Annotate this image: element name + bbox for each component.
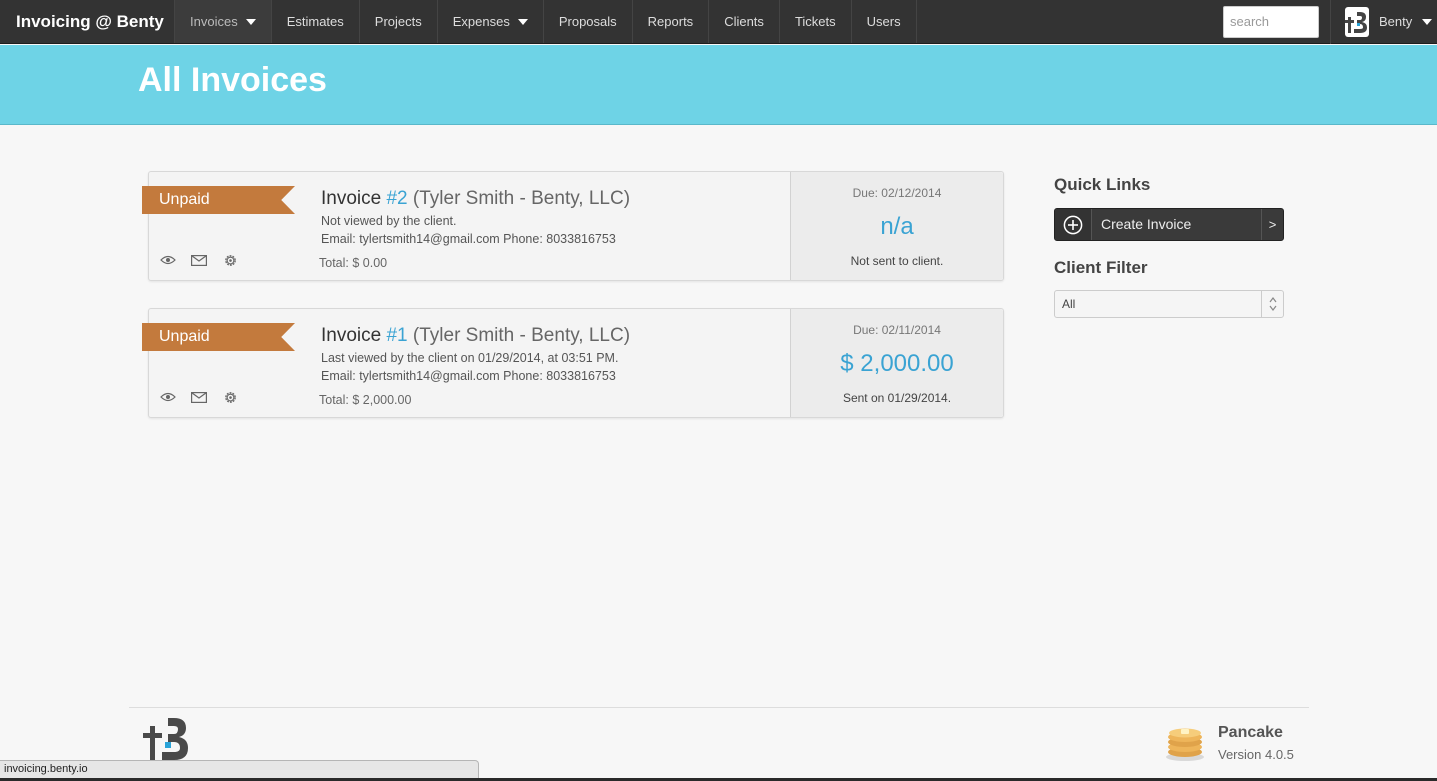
invoice-title[interactable]: Invoice #1 (Tyler Smith - Benty, LLC): [321, 325, 630, 347]
create-invoice-arrow: >: [1261, 209, 1283, 240]
invoice-contact: Email: tylertsmith14@gmail.com Phone: 80…: [321, 232, 616, 246]
invoice-summary: Unpaid Invoice #1 (Tyler Smith - Benty, …: [142, 309, 790, 417]
brand-title[interactable]: Invoicing @ Benty: [0, 0, 175, 43]
invoice-due-date: Due: 02/12/2014: [852, 186, 942, 200]
chevron-down-icon: [517, 18, 528, 25]
invoice-sent-status: Not sent to client.: [850, 254, 944, 268]
invoice-due-panel: Due: 02/11/2014 $ 2,000.00 Sent on 01/29…: [790, 309, 1003, 417]
nav-right: Benty: [1223, 0, 1437, 44]
create-invoice-label: Create Invoice: [1101, 216, 1192, 232]
invoice-client: (Tyler Smith - Benty, LLC): [412, 325, 631, 346]
eye-icon[interactable]: [159, 252, 177, 268]
invoice-sent-status: Sent on 01/29/2014.: [842, 391, 952, 405]
nav-expenses-label: Expenses: [452, 13, 510, 29]
top-navbar: Invoicing @ Benty Invoices Estimates Pro…: [0, 0, 1437, 44]
invoice-total: Total: $ 2,000.00: [319, 393, 412, 407]
client-filter-select[interactable]: All: [1054, 290, 1284, 318]
nav-tickets-label: Tickets: [794, 13, 836, 29]
browser-status-url: invoicing.benty.io: [0, 760, 479, 779]
invoice-summary: Unpaid Invoice #2 (Tyler Smith - Benty, …: [142, 172, 790, 280]
gear-icon[interactable]: [221, 252, 239, 268]
benty-logo-icon: [1345, 11, 1367, 33]
invoice-title[interactable]: Invoice #2 (Tyler Smith - Benty, LLC): [321, 188, 630, 210]
client-filter-heading: Client Filter: [1054, 258, 1148, 277]
quick-links-heading: Quick Links: [1054, 175, 1151, 194]
nav-proposals[interactable]: Proposals: [544, 0, 633, 43]
invoice-client: (Tyler Smith - Benty, LLC): [412, 188, 631, 209]
chevron-down-icon: [1422, 18, 1433, 25]
nav-users[interactable]: Users: [852, 0, 917, 43]
invoice-amount: $ 2,000.00: [840, 350, 954, 377]
invoice-due-date: Due: 02/11/2014: [853, 323, 941, 337]
footer-divider: [129, 707, 1309, 708]
nav-reports-label: Reports: [647, 13, 694, 29]
client-filter-value: All: [1062, 297, 1076, 311]
nav-expenses[interactable]: Expenses: [438, 0, 544, 43]
status-badge: Unpaid: [142, 323, 295, 351]
user-menu[interactable]: Benty: [1330, 0, 1437, 44]
page-title: All Invoices: [138, 61, 327, 99]
avatar: [1345, 6, 1369, 37]
invoice-number-link[interactable]: #1: [386, 325, 407, 346]
nav-reports[interactable]: Reports: [633, 0, 710, 43]
page-header: All Invoices: [0, 45, 1437, 125]
invoice-actions: [159, 389, 239, 405]
invoice-view-status: Not viewed by the client.: [321, 214, 457, 228]
invoice-actions: [159, 252, 239, 268]
invoice-view-status: Last viewed by the client on 01/29/2014,…: [321, 351, 619, 365]
nav-invoices[interactable]: Invoices: [175, 0, 272, 43]
create-invoice-button[interactable]: Create Invoice >: [1054, 208, 1284, 241]
pancake-version: Version 4.0.5: [1218, 747, 1294, 762]
nav-tickets[interactable]: Tickets: [780, 0, 852, 43]
benty-logo-icon: [143, 716, 191, 765]
pancake-icon: [1164, 724, 1206, 767]
plus-circle-icon: [1055, 209, 1092, 240]
nav-invoices-label: Invoices: [190, 13, 238, 29]
invoice-total: Total: $ 0.00: [319, 256, 388, 270]
nav-users-label: Users: [866, 13, 901, 29]
status-badge: Unpaid: [142, 186, 295, 214]
invoice-due-panel: Due: 02/12/2014 n/a Not sent to client.: [790, 172, 1003, 280]
mail-icon[interactable]: [190, 389, 208, 405]
nav-projects-label: Projects: [374, 13, 422, 29]
invoice-contact: Email: tylertsmith14@gmail.com Phone: 80…: [321, 369, 616, 383]
eye-icon[interactable]: [159, 389, 177, 405]
invoice-amount: n/a: [880, 213, 914, 240]
invoice-title-word: Invoice: [321, 188, 382, 209]
nav-clients[interactable]: Clients: [709, 0, 780, 43]
search-input[interactable]: [1223, 5, 1319, 38]
select-arrows-icon: [1261, 291, 1283, 317]
nav-estimates[interactable]: Estimates: [272, 0, 360, 43]
mail-icon[interactable]: [190, 252, 208, 268]
nav-proposals-label: Proposals: [558, 13, 617, 29]
invoice-number-link[interactable]: #2: [386, 188, 407, 209]
nav-projects[interactable]: Projects: [360, 0, 438, 43]
invoice-title-word: Invoice: [321, 325, 382, 346]
chevron-down-icon: [245, 18, 256, 25]
gear-icon[interactable]: [221, 389, 239, 405]
user-name: Benty: [1379, 14, 1413, 29]
invoice-card[interactable]: Unpaid Invoice #2 (Tyler Smith - Benty, …: [142, 171, 1004, 281]
pancake-product-name: Pancake: [1218, 724, 1283, 741]
nav-clients-label: Clients: [724, 13, 764, 29]
invoice-card[interactable]: Unpaid Invoice #1 (Tyler Smith - Benty, …: [142, 308, 1004, 418]
nav-estimates-label: Estimates: [286, 13, 344, 29]
